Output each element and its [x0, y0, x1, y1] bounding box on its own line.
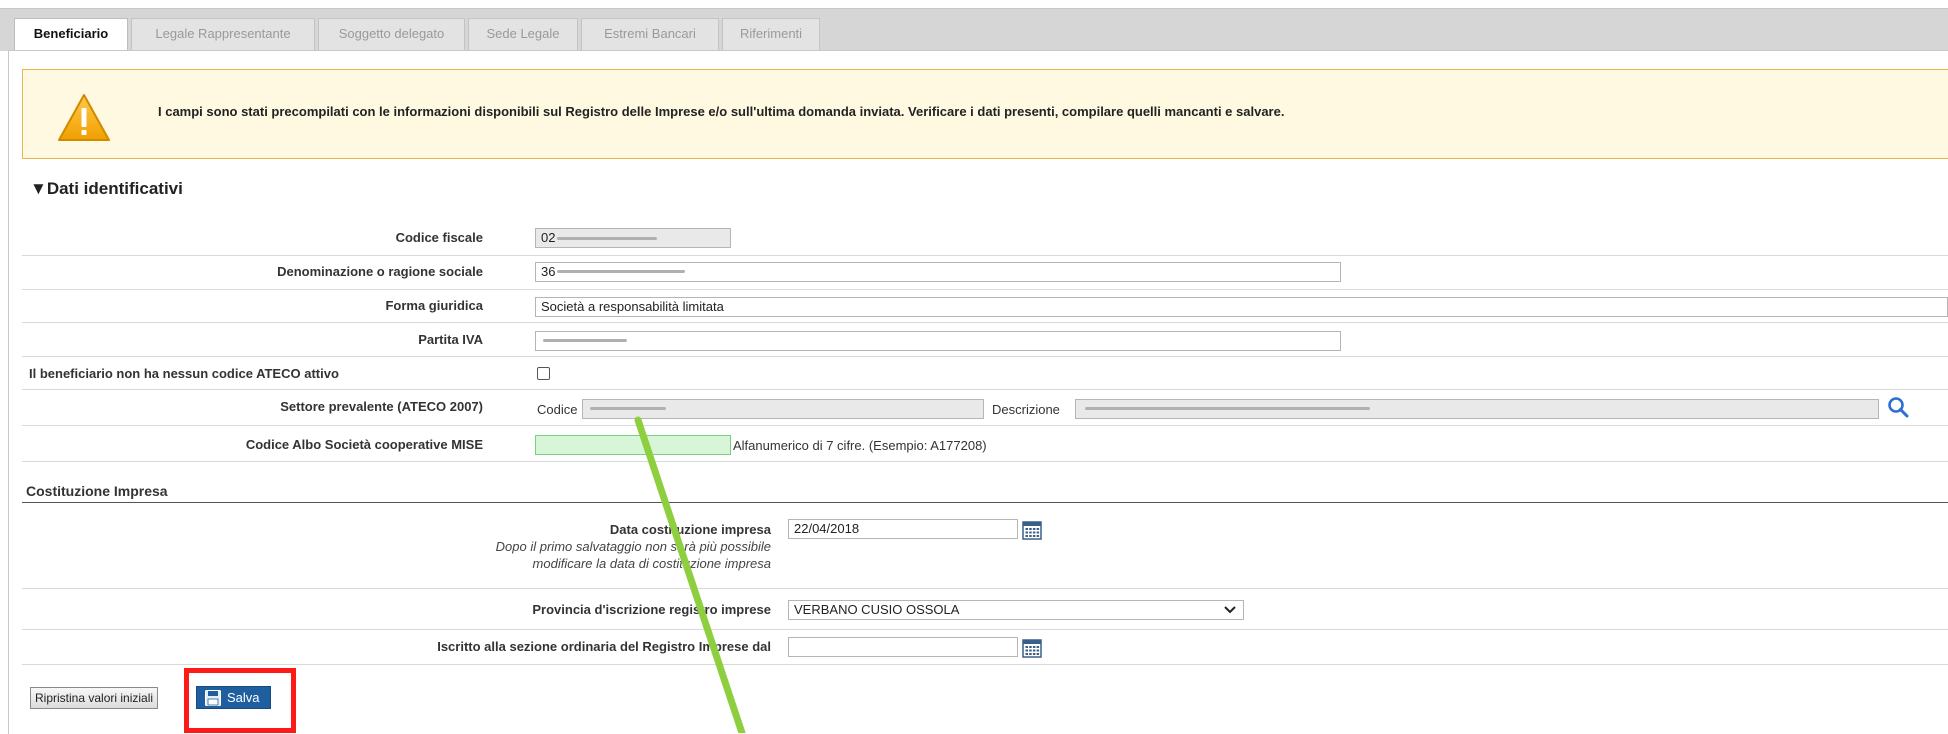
label-descrizione: Descrizione: [992, 402, 1060, 417]
row-divider: [22, 461, 1948, 462]
tab-estremi-bancari[interactable]: Estremi Bancari: [581, 18, 719, 50]
calendar-icon[interactable]: [1022, 520, 1042, 540]
label-codice: Codice: [537, 402, 578, 417]
label-data-costituzione: Data costituzione impresa: [609, 522, 771, 537]
row-divider: [22, 289, 1948, 290]
data-costituzione-input[interactable]: 22/04/2018: [788, 519, 1018, 539]
label-codice-albo: Codice Albo Società cooperative MISE: [245, 437, 483, 452]
row-divider: [22, 322, 1948, 323]
row-divider: [22, 425, 1948, 426]
label-codice-fiscale: Codice fiscale: [395, 230, 483, 245]
redacted-value: [557, 237, 657, 240]
row-divider: [22, 629, 1948, 630]
label-provincia: Provincia d'iscrizione registro imprese: [532, 602, 771, 617]
redacted-value: [557, 270, 685, 273]
no-ateco-checkbox[interactable]: [537, 367, 550, 380]
redacted-value: [590, 407, 666, 410]
tab-soggetto-delegato[interactable]: Soggetto delegato: [318, 18, 465, 50]
note-data-costituzione-2: modificare la data di costituzione impre…: [532, 556, 771, 571]
iscritto-registro-input[interactable]: [788, 637, 1018, 657]
section-divider: [22, 502, 1948, 503]
row-divider: [22, 255, 1948, 256]
warning-message: I campi sono stati precompilati con le i…: [158, 104, 1285, 119]
search-icon[interactable]: [1887, 396, 1909, 418]
warning-icon: [58, 94, 110, 141]
codice-albo-hint: Alfanumerico di 7 cifre. (Esempio: A1772…: [733, 438, 987, 453]
chevron-down-icon: [1224, 606, 1236, 614]
tab-bar: Beneficiario Legale Rappresentante Sogge…: [0, 0, 1948, 51]
save-highlight-box: [184, 668, 296, 733]
provincia-select[interactable]: VERBANO CUSIO OSSOLA: [788, 600, 1244, 620]
section-title-dati-identificativi[interactable]: ▼Dati identificativi: [30, 179, 183, 199]
tab-beneficiario[interactable]: Beneficiario: [14, 18, 128, 51]
partita-iva-input[interactable]: [535, 331, 1341, 351]
tab-legale-rappresentante[interactable]: Legale Rappresentante: [131, 18, 315, 50]
calendar-icon[interactable]: [1022, 638, 1042, 658]
redacted-value: [543, 339, 627, 342]
row-divider: [22, 588, 1948, 589]
row-divider: [22, 356, 1948, 357]
label-forma-giuridica: Forma giuridica: [385, 298, 483, 313]
section-title-costituzione-impresa: Costituzione Impresa: [26, 483, 168, 499]
row-divider: [22, 389, 1948, 390]
note-data-costituzione-1: Dopo il primo salvataggio non sarà più p…: [495, 539, 771, 554]
tab-sede-legale[interactable]: Sede Legale: [468, 18, 578, 50]
row-divider: [22, 664, 1948, 665]
label-iscritto-registro: Iscritto alla sezione ordinaria del Regi…: [437, 639, 771, 654]
label-no-ateco: Il beneficiario non ha nessun codice ATE…: [29, 366, 339, 381]
tab-riferimenti[interactable]: Riferimenti: [722, 18, 820, 50]
codice-albo-input[interactable]: [535, 435, 731, 455]
label-denominazione: Denominazione o ragione sociale: [277, 264, 483, 279]
label-settore-prevalente: Settore prevalente (ATECO 2007): [280, 399, 483, 414]
label-partita-iva: Partita IVA: [418, 332, 483, 347]
reset-button[interactable]: Ripristina valori iniziali: [30, 687, 159, 709]
redacted-value: [1085, 407, 1370, 410]
forma-giuridica-input[interactable]: Società a responsabilità limitata: [535, 297, 1948, 317]
